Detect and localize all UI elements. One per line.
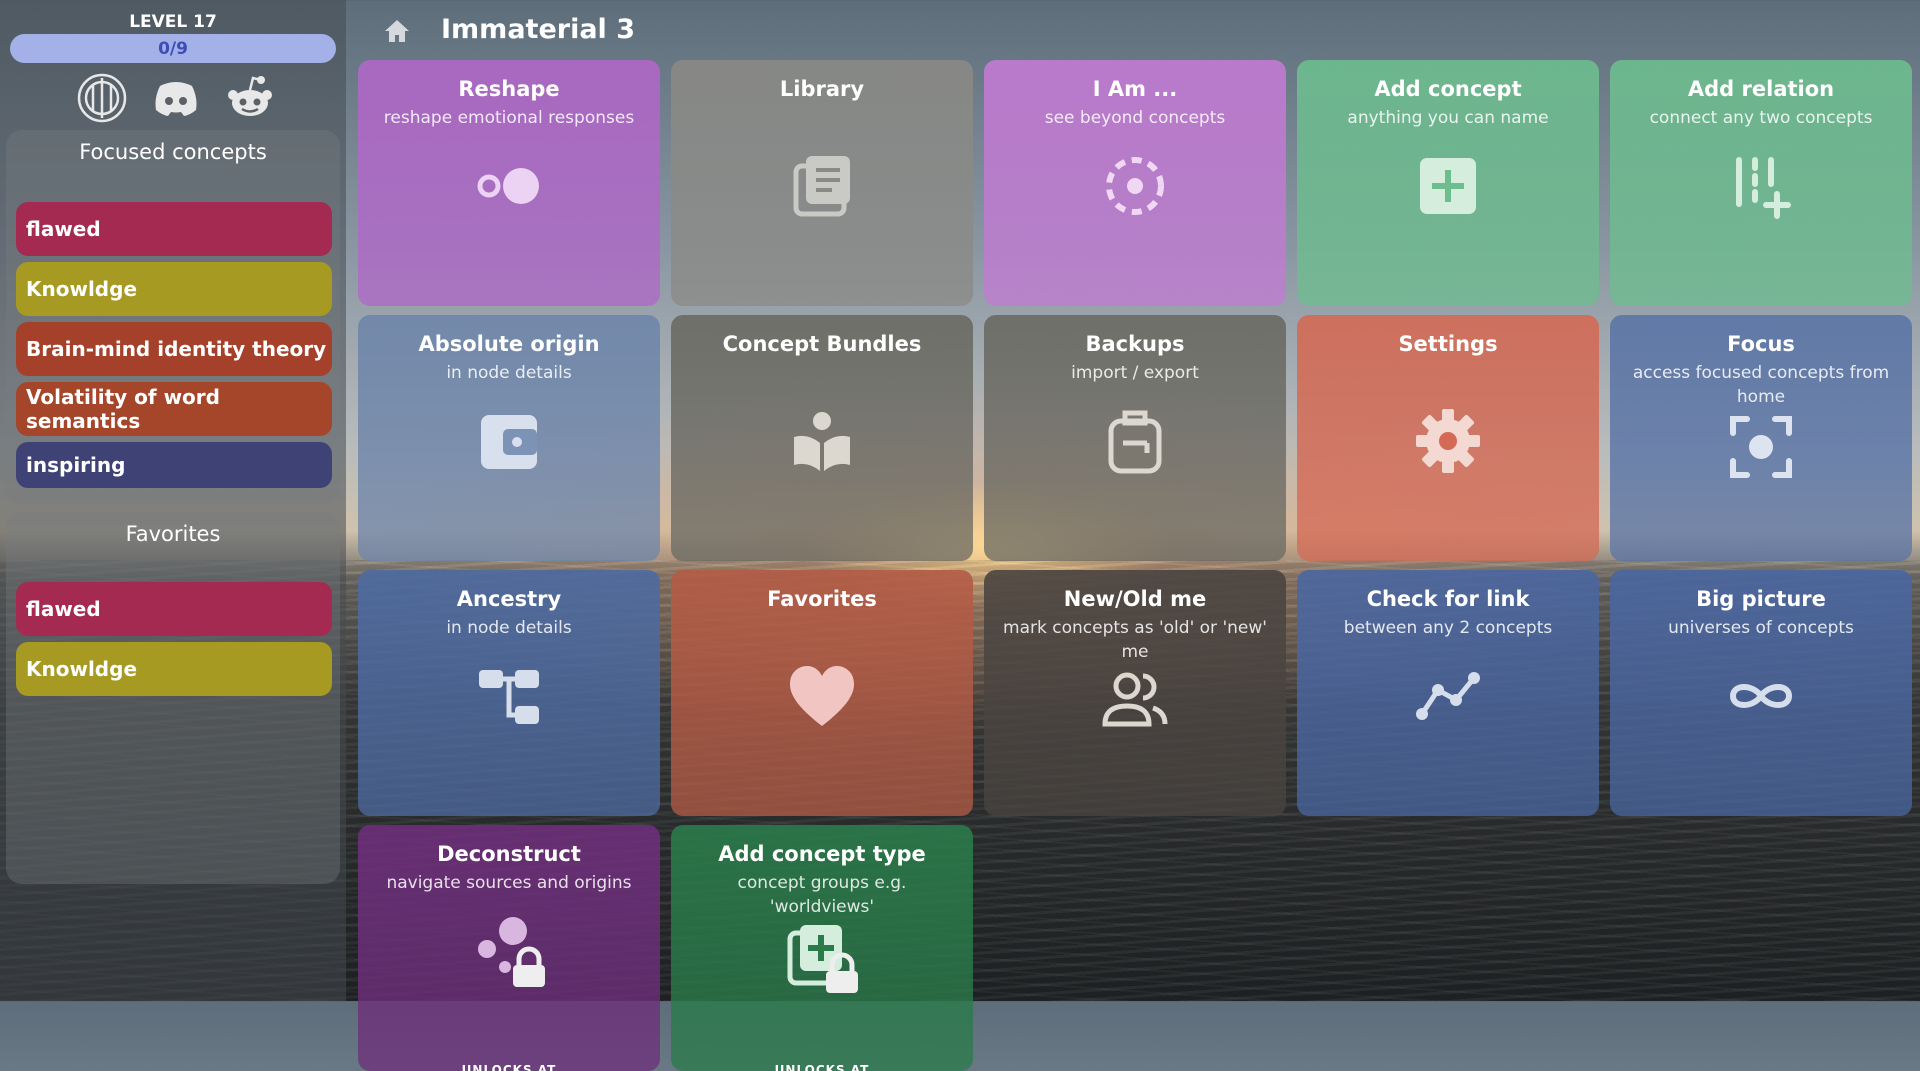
library-icon — [786, 150, 858, 222]
focused-concept-item[interactable]: Knowldge — [16, 262, 332, 316]
tile-concept-bundles[interactable]: Concept Bundles — [671, 315, 973, 561]
tile-add-relation[interactable]: Add relation connect any two concepts — [1610, 60, 1912, 306]
reddit-icon[interactable] — [224, 72, 276, 124]
dashed-circle-icon — [1099, 150, 1171, 222]
focused-concept-item[interactable]: flawed — [16, 202, 332, 256]
unlocks-label: UNLOCKS AT — [461, 1063, 557, 1071]
tile-backups[interactable]: Backups import / export — [984, 315, 1286, 561]
focused-concepts-title: Focused concepts — [79, 140, 267, 164]
focused-concept-item[interactable]: Brain-mind identity theory — [16, 322, 332, 376]
deconstruct-locked-icon — [473, 915, 545, 987]
tile-i-am[interactable]: I Am ... see beyond concepts — [984, 60, 1286, 306]
tile-add-concept-type[interactable]: Add concept type concept groups e.g. 'wo… — [671, 825, 973, 1071]
favorite-concept-item[interactable]: Knowldge — [16, 642, 332, 696]
focus-icon — [1725, 411, 1797, 483]
social-links — [76, 72, 276, 124]
tile-library[interactable]: Library — [671, 60, 973, 306]
page-title: Immaterial 3 — [441, 14, 635, 45]
users-icon — [1099, 664, 1171, 736]
link-graph-icon — [1412, 660, 1484, 732]
unlocks-label: UNLOCKS AT — [774, 1063, 870, 1071]
tile-settings[interactable]: Settings — [1297, 315, 1599, 561]
tile-ancestry[interactable]: Ancestry in node details — [358, 570, 660, 816]
sidebar: LEVEL 17 0/9 Focused concepts flawed Kno… — [0, 0, 346, 1001]
add-relation-icon — [1725, 150, 1797, 222]
focused-concept-item[interactable]: Volatility of word semantics — [16, 382, 332, 436]
favorites-panel: Favorites flawed Knowldge — [6, 512, 340, 884]
tile-big-picture[interactable]: Big picture universes of concepts — [1610, 570, 1912, 816]
tile-check-for-link[interactable]: Check for link between any 2 concepts — [1297, 570, 1599, 816]
focused-concept-item[interactable]: inspiring — [16, 442, 332, 488]
book-reader-icon — [786, 405, 858, 477]
favorite-concept-item[interactable]: flawed — [16, 582, 332, 636]
favorites-title: Favorites — [125, 522, 221, 546]
backpack-icon — [1099, 405, 1171, 477]
infinity-icon — [1725, 660, 1797, 732]
reshape-icon — [473, 150, 545, 222]
add-type-locked-icon — [786, 921, 858, 993]
home-icon[interactable] — [382, 16, 412, 46]
level-progress-text: 0/9 — [158, 39, 188, 59]
heart-icon — [786, 660, 858, 732]
focused-concepts-panel: Focused concepts flawed Knowldge Brain-m… — [6, 130, 340, 504]
level-label: LEVEL 17 — [129, 12, 217, 32]
gear-icon — [1412, 405, 1484, 477]
level-progress-bar: 0/9 — [10, 34, 336, 63]
tile-add-concept[interactable]: Add concept anything you can name — [1297, 60, 1599, 306]
tile-favorites[interactable]: Favorites — [671, 570, 973, 816]
tile-new-old-me[interactable]: New/Old me mark concepts as 'old' or 'ne… — [984, 570, 1286, 816]
plus-square-icon — [1412, 150, 1484, 222]
discord-icon[interactable] — [150, 72, 202, 124]
tile-focus[interactable]: Focus access focused concepts from home — [1610, 315, 1912, 561]
tile-reshape[interactable]: Reshape reshape emotional responses — [358, 60, 660, 306]
tile-deconstruct[interactable]: Deconstruct navigate sources and origins… — [358, 825, 660, 1071]
tree-icon — [473, 660, 545, 732]
immaterial-logo-icon[interactable] — [76, 72, 128, 124]
tile-absolute-origin[interactable]: Absolute origin in node details — [358, 315, 660, 561]
wallet-icon — [473, 405, 545, 477]
